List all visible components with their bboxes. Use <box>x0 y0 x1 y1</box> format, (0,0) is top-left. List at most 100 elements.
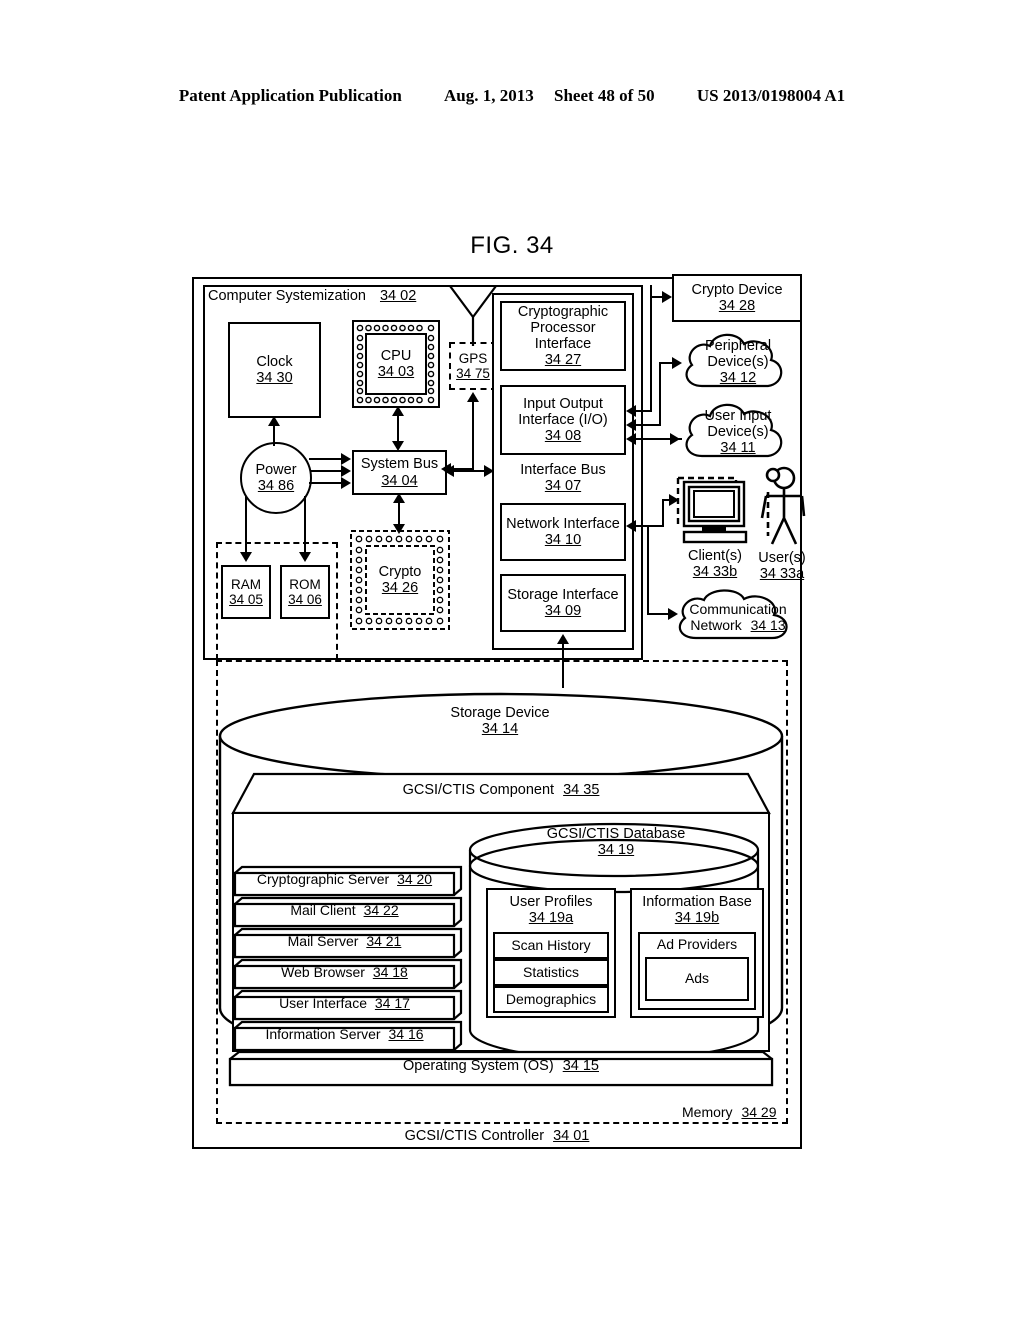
module-label-text: Information Server <box>265 1026 381 1042</box>
module-ref: 34 20 <box>397 871 433 887</box>
peripheral-ref: 34 12 <box>719 370 757 387</box>
user-input-device-label-group: User Input Device(s) 34 11 <box>676 400 800 464</box>
connector-power-sysbus-3 <box>309 482 343 484</box>
power-circle: Power 34 86 <box>240 442 312 514</box>
module-label-text: Web Browser <box>281 964 365 980</box>
arrowhead-cpu-sysbus-up <box>392 406 404 416</box>
module-label-text: Cryptographic Server <box>256 871 390 887</box>
ads-box: Ads <box>645 957 749 1001</box>
user-profiles-title-group: User Profiles 34 19a <box>486 893 616 927</box>
gps-box: GPS 34 75 <box>449 342 497 390</box>
arrowhead-cryptoproc-bus-in <box>626 405 636 417</box>
network-interface-ref: 34 10 <box>544 532 582 548</box>
arrowhead-power-ram <box>240 552 252 562</box>
client-computer-icon <box>676 476 748 544</box>
comm-network-line2: Network <box>690 617 742 633</box>
arrowhead-crypto-device <box>662 291 672 303</box>
user-profiles-label: User Profiles <box>509 893 593 910</box>
ad-providers-label-group: Ad Providers <box>638 934 756 956</box>
arrowhead-clients <box>669 494 679 506</box>
arrowhead-power-clock <box>268 416 280 426</box>
ram-box: RAM 34 05 <box>221 565 271 619</box>
user-input-line2: Device(s) <box>707 423 769 440</box>
network-interface-box: Network Interface 34 10 <box>500 503 626 561</box>
arrowhead-peripheral-io <box>626 419 636 431</box>
users-ref: 34 33a <box>759 566 805 582</box>
network-interface-label: Network Interface <box>506 515 620 532</box>
connector-network-comm-vert <box>647 525 649 615</box>
connector-power-clock <box>273 424 275 446</box>
connector-power-rom <box>304 496 306 554</box>
module-label-text: Mail Server <box>287 933 359 949</box>
interface-bus-label-group: Interface Bus 34 07 <box>500 455 626 501</box>
storage-interface-box: Storage Interface 34 09 <box>500 574 626 632</box>
arrowhead-sysbus-crypto-up <box>393 493 405 503</box>
interface-bus-label: Interface Bus <box>520 461 606 478</box>
arrowhead-sysbus-crypto-down <box>393 524 405 534</box>
information-base-label: Information Base <box>642 893 752 910</box>
memory-ref: 34 29 <box>741 1104 777 1120</box>
module-ref: 34 17 <box>374 995 410 1011</box>
module-label-mail-server: Mail Server 34 21 <box>232 933 457 949</box>
operating-system-label-group: Operating System (OS) 34 15 <box>227 1058 775 1074</box>
crypto-proc-interface-line1: Cryptographic <box>517 303 609 320</box>
gcsi-ctis-component-ref: 34 35 <box>563 782 600 798</box>
operating-system-label: Operating System (OS) <box>402 1058 554 1074</box>
clock-box: Clock 34 30 <box>228 322 321 418</box>
peripheral-line1: Peripheral <box>704 337 772 354</box>
connector-network-branch <box>662 499 664 525</box>
user-profiles-item: Scan History <box>493 932 609 959</box>
arrowhead-sysbus-interfacebus-right <box>484 465 494 477</box>
computer-systemization-label: Computer Systemization 34 02 <box>208 288 416 304</box>
cpu-label-group: CPU 34 03 <box>366 334 426 394</box>
input-output-interface-box: Input Output Interface (I/O) 34 08 <box>500 385 626 455</box>
cpu-ref: 34 03 <box>377 364 415 380</box>
clients-label-group: Client(s) 34 33b <box>672 546 758 582</box>
rom-ref: 34 06 <box>288 592 322 607</box>
peripheral-line2: Device(s) <box>707 353 769 370</box>
power-ref: 34 86 <box>257 478 295 494</box>
module-ref: 34 18 <box>372 964 408 980</box>
rom-label: ROM <box>289 576 321 592</box>
clock-ref: 34 30 <box>256 370 293 386</box>
cpu-label: CPU <box>380 347 412 364</box>
arrowhead-comm-network <box>668 608 678 620</box>
ram-ref: 34 05 <box>229 592 263 607</box>
crypto-proc-interface-ref: 34 27 <box>544 352 582 369</box>
users-label: User(s) <box>758 549 806 566</box>
communication-network-label-group: Communication Network 34 13 <box>668 592 808 644</box>
memory-label: Memory <box>682 1104 733 1120</box>
clients-label: Client(s) <box>688 547 742 564</box>
peripheral-device-label-group: Peripheral Device(s) 34 12 <box>676 330 800 394</box>
io-interface-ref: 34 08 <box>544 428 582 445</box>
module-ref: 34 21 <box>366 933 402 949</box>
cryptographic-processor-interface-box: Cryptographic Processor Interface 34 27 <box>500 301 626 371</box>
user-profiles-ref: 34 19a <box>528 910 574 926</box>
arrowhead-power-sysbus-3 <box>341 477 351 489</box>
connector-gps-feed <box>472 400 474 470</box>
module-ref: 34 16 <box>388 1026 424 1042</box>
connector-peripheral-vert <box>659 362 661 424</box>
storage-device-ref: 34 14 <box>481 721 519 737</box>
arrowhead-storage-device <box>557 634 569 644</box>
comm-network-line1: Communication <box>689 601 787 618</box>
arrowhead-userinput <box>670 433 680 445</box>
arrowhead-gps-feed <box>467 392 479 402</box>
gcsi-ctis-component-label-group: GCSI/CTIS Component 34 35 <box>232 782 770 798</box>
user-person-icon <box>760 466 806 545</box>
gps-ref: 34 75 <box>456 366 490 381</box>
arrowhead-userinput-io-left <box>626 433 636 445</box>
operating-system-ref: 34 15 <box>562 1058 599 1074</box>
module-label-mail-client: Mail Client 34 22 <box>232 902 457 918</box>
gcsi-ctis-database-ref: 34 19 <box>597 842 635 858</box>
module-ref: 34 22 <box>363 902 399 918</box>
comm-network-ref: 34 13 <box>750 617 786 633</box>
storage-interface-label: Storage Interface <box>507 586 619 603</box>
connector-cryptoproc-bus-in <box>634 410 652 412</box>
user-profiles-item: Statistics <box>493 959 609 986</box>
connector-power-sysbus-2 <box>311 470 343 472</box>
clients-ref: 34 33b <box>692 564 738 580</box>
module-label-text: Mail Client <box>290 902 356 918</box>
computer-systemization-ref: 34 02 <box>379 288 417 304</box>
user-profiles-item-label: Statistics <box>522 963 579 980</box>
